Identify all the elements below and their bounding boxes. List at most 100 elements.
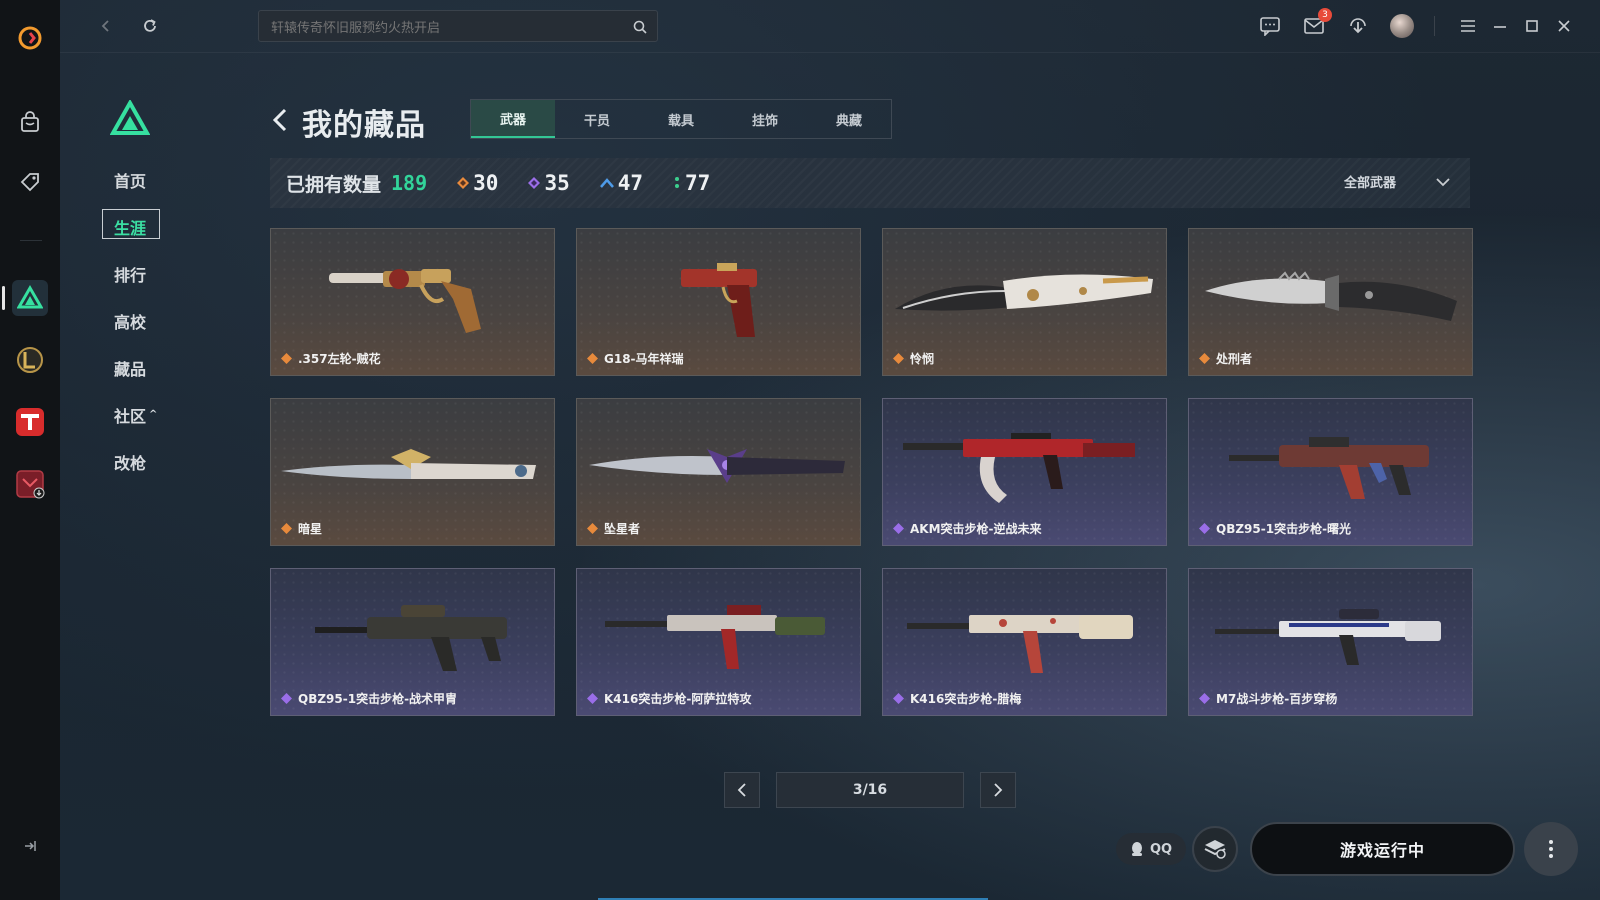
item-name: .357左轮-贼花	[298, 352, 381, 366]
tab-weapons[interactable]: 武器	[471, 100, 555, 138]
item-label: G18-马年祥瑞	[587, 350, 684, 367]
orange-diamond-icon	[281, 353, 292, 364]
qq-account-button[interactable]: QQ	[1116, 833, 1186, 865]
chevron-up-icon: ^	[149, 409, 158, 420]
more-options-button[interactable]	[1524, 822, 1578, 876]
nav-item-collection[interactable]: 藏品	[102, 344, 162, 391]
item-label: 暗星	[281, 520, 322, 537]
tab-operators[interactable]: 干员	[555, 100, 639, 138]
chat-icon[interactable]	[1258, 14, 1282, 38]
nav-item-college[interactable]: 高校	[102, 297, 162, 344]
league-game-icon[interactable]	[12, 342, 48, 378]
orange-diamond-icon	[587, 353, 598, 364]
close-icon[interactable]	[1552, 14, 1576, 38]
purple-diamond-icon	[528, 177, 541, 189]
collection-card[interactable]: QBZ95-1突击步枪-曙光	[1188, 398, 1473, 546]
nav-item-gunsmith[interactable]: 改枪	[102, 438, 162, 485]
collapse-sidebar-icon[interactable]	[12, 828, 48, 864]
refresh-icon[interactable]	[138, 14, 162, 38]
owned-label: 已拥有数量	[286, 173, 382, 196]
tab-collection[interactable]: 典藏	[807, 100, 891, 138]
mail-icon[interactable]: 3	[1302, 8, 1332, 38]
search-icon[interactable]	[633, 19, 647, 38]
orange-diamond-icon	[587, 523, 598, 534]
item-name: QBZ95-1突击步枪-曙光	[1216, 522, 1352, 536]
back-arrow-icon[interactable]	[94, 14, 118, 38]
item-name: M7战斗步枪-百步穿杨	[1216, 692, 1338, 706]
collection-card[interactable]: 怜悯	[882, 228, 1167, 376]
orange-diamond-icon	[893, 353, 904, 364]
search-input[interactable]	[259, 11, 613, 43]
qq-label: QQ	[1149, 841, 1173, 857]
nav-label: 社区	[114, 406, 147, 426]
item-label: .357左轮-贼花	[281, 350, 381, 367]
battle-rifle-image	[1215, 609, 1441, 665]
weapon-filter-dropdown[interactable]: 全部武器	[1344, 172, 1450, 191]
collection-card[interactable]: G18-马年祥瑞	[576, 228, 861, 376]
item-label: QBZ95-1突击步枪-曙光	[1199, 520, 1351, 537]
shop-bag-icon[interactable]	[12, 104, 48, 140]
back-chevron-icon[interactable]	[272, 107, 288, 137]
nav-label: 藏品	[114, 359, 147, 379]
next-page-button[interactable]	[980, 772, 1016, 808]
game-running-button[interactable]: 游戏运行中	[1250, 822, 1515, 876]
purple-diamond-icon	[281, 693, 292, 704]
floral-carbine-image	[907, 615, 1133, 673]
app-logo-icon[interactable]	[12, 20, 48, 56]
chevron-right-icon	[994, 783, 1003, 797]
assault-rifle-image	[903, 433, 1135, 503]
rarity-stat-orange: 30	[457, 171, 498, 195]
orange-diamond-icon	[457, 177, 470, 189]
tab-vehicles[interactable]: 载具	[639, 100, 723, 138]
category-tabs: 武器 干员 载具 挂饰 典藏	[470, 99, 892, 139]
download-manager-icon[interactable]	[1346, 14, 1370, 38]
download-game-icon[interactable]	[12, 466, 48, 502]
collection-card[interactable]: .357左轮-贼花	[270, 228, 555, 376]
menu-icon[interactable]	[1456, 14, 1480, 38]
chevron-down-icon	[1436, 177, 1450, 186]
collection-card[interactable]: K416突击步枪-腊梅	[882, 568, 1167, 716]
item-label: 处刑者	[1199, 350, 1252, 367]
search-box[interactable]	[258, 10, 658, 43]
orange-diamond-icon	[1199, 353, 1210, 364]
delta-force-game-icon[interactable]	[12, 280, 48, 316]
avatar[interactable]	[1390, 14, 1414, 38]
tag-icon[interactable]	[12, 164, 48, 200]
mail-badge: 3	[1318, 8, 1332, 22]
game-layers-icon[interactable]	[1192, 826, 1238, 872]
collection-card[interactable]: 暗星	[270, 398, 555, 546]
item-name: 坠星者	[604, 522, 641, 536]
collection-card[interactable]: QBZ95-1突击步枪-战术甲胄	[270, 568, 555, 716]
collection-card[interactable]: 坠星者	[576, 398, 861, 546]
tab-charms[interactable]: 挂饰	[723, 100, 807, 138]
collection-card[interactable]: 处刑者	[1188, 228, 1473, 376]
item-label: AKM突击步枪-逆战未来	[893, 520, 1042, 537]
revolver-image	[329, 269, 481, 333]
nav-item-community[interactable]: 社区 ^	[102, 391, 162, 438]
cf-game-icon[interactable]	[12, 404, 48, 440]
qq-penguin-icon	[1131, 842, 1142, 856]
pagination: 3/16	[724, 772, 1016, 808]
collection-card[interactable]: M7战斗步枪-百步穿杨	[1188, 568, 1473, 716]
topbar-divider	[1434, 16, 1435, 36]
nav-item-career[interactable]: 生涯	[102, 203, 162, 250]
item-name: 暗星	[298, 522, 323, 536]
rarity-stat-green: 77	[673, 171, 710, 195]
minimize-icon[interactable]	[1488, 14, 1512, 38]
delta-force-logo-icon	[109, 98, 151, 140]
item-name: K416突击步枪-阿萨拉特攻	[604, 692, 752, 706]
item-label: M7战斗步枪-百步穿杨	[1199, 690, 1337, 707]
carbine-image	[605, 605, 825, 669]
stats-bar: 已拥有数量 189 30 35 47 77 全部武器	[270, 158, 1470, 208]
prev-page-button[interactable]	[724, 772, 760, 808]
collection-card[interactable]: K416突击步枪-阿萨拉特攻	[576, 568, 861, 716]
collection-card[interactable]: AKM突击步枪-逆战未来	[882, 398, 1167, 546]
purple-diamond-icon	[893, 523, 904, 534]
nav-label: 改枪	[114, 453, 147, 473]
item-label: 坠星者	[587, 520, 640, 537]
item-name: G18-马年祥瑞	[604, 352, 684, 366]
nav-item-home[interactable]: 首页	[102, 156, 162, 203]
purple-diamond-icon	[1199, 523, 1210, 534]
nav-item-ranking[interactable]: 排行	[102, 250, 162, 297]
maximize-icon[interactable]	[1520, 14, 1544, 38]
